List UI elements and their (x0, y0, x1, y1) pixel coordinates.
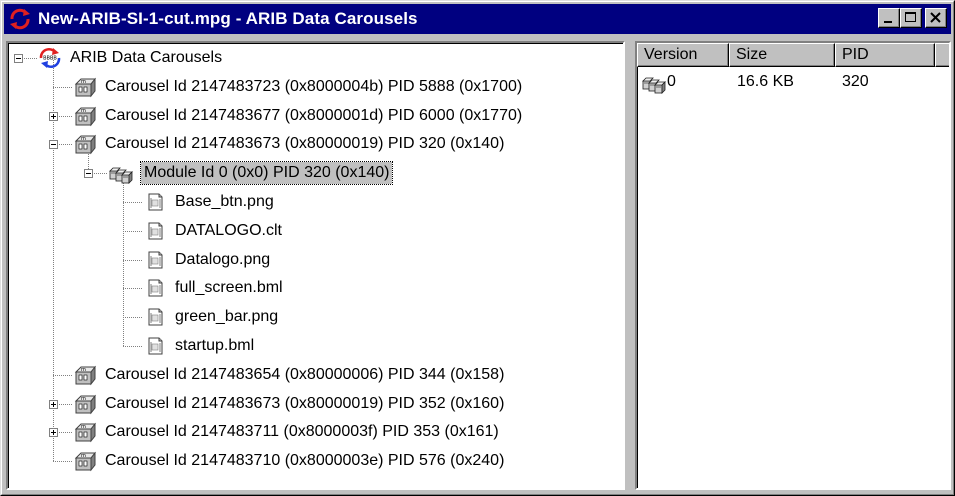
tree-item-label: Datalogo.png (175, 250, 271, 268)
file-icon (143, 335, 167, 357)
tree-connector (53, 375, 73, 376)
file-item[interactable]: Base_btn.png (143, 189, 277, 215)
detail-list[interactable]: Version Size PID 0 16.6 KB 320 (635, 41, 951, 490)
carousel-icon: m (73, 450, 97, 472)
tree-root[interactable]: BBBB ARIB Data Carousels (38, 45, 225, 71)
tree-item-label: ARIB Data Carousels (70, 49, 223, 66)
carousel-item[interactable]: m Carousel Id 2147483673 (0x80000019) PID… (73, 391, 507, 417)
expand-icon[interactable] (49, 428, 58, 437)
tree-item-label: Carousel Id 2147483654 (0x80000006) PID … (105, 365, 505, 383)
module-icon (108, 162, 136, 185)
tree-item-label: Carousel Id 2147483677 (0x8000001d) PID … (105, 106, 523, 124)
column-header-version[interactable]: Version (637, 43, 729, 67)
svg-text:BBBB: BBBB (43, 56, 57, 62)
module-item[interactable]: Module Id 0 (0x0) PID 320 (0x140) (108, 160, 394, 186)
tree-connector (123, 288, 143, 289)
window-controls (878, 8, 947, 28)
tree-item-label: green_bar.png (175, 308, 279, 326)
svg-text:m: m (81, 108, 86, 114)
tree-item-label: Carousel Id 2147483673 (0x80000019) PID … (105, 394, 505, 412)
maximize-icon (905, 12, 916, 22)
svg-text:m: m (81, 79, 86, 85)
minimize-icon (884, 21, 892, 23)
carousel-icon: m (73, 133, 97, 155)
carousel-item[interactable]: m Carousel Id 2147483723 (0x8000004b) PID… (73, 74, 525, 100)
column-header-filler (935, 43, 949, 67)
title-bar[interactable]: New-ARIB-SI-1-cut.mpg - ARIB Data Carous… (4, 4, 951, 34)
carousel-icon: m (73, 105, 97, 127)
tree-connector (53, 87, 73, 88)
expand-icon[interactable] (49, 400, 58, 409)
module-icon (641, 72, 669, 94)
cell-version: 0 (667, 73, 676, 90)
carousel-icon: m (73, 393, 97, 415)
file-icon (143, 249, 167, 271)
carousel-icon: m (73, 76, 97, 98)
file-item[interactable]: DATALOGO.clt (143, 218, 285, 244)
tree-item-label: Base_btn.png (175, 193, 274, 210)
column-header-pid[interactable]: PID (835, 43, 935, 67)
tree-item-label: Carousel Id 2147483710 (0x8000003e) PID … (105, 452, 505, 470)
cell-size: 16.6 KB (737, 73, 794, 90)
tree-connector (123, 202, 143, 203)
file-item[interactable]: Datalogo.png (143, 247, 273, 273)
tree-item-label: Carousel Id 2147483723 (0x8000004b) PID … (105, 77, 523, 95)
window-title: New-ARIB-SI-1-cut.mpg - ARIB Data Carous… (38, 9, 418, 28)
close-icon (930, 12, 941, 23)
file-item[interactable]: startup.bml (143, 333, 257, 359)
tree-item-label: Carousel Id 2147483711 (0x8000003f) PID … (105, 423, 499, 441)
app-icon[interactable] (8, 7, 32, 31)
carousel-item[interactable]: m Carousel Id 2147483710 (0x8000003e) PID… (73, 448, 507, 474)
tree-item-label: startup.bml (175, 337, 255, 354)
close-button[interactable] (925, 8, 947, 28)
collapse-icon[interactable] (84, 169, 93, 178)
tree-connector (123, 231, 143, 232)
maximize-button[interactable] (900, 8, 922, 28)
svg-text:m: m (81, 136, 86, 142)
carousel-tree[interactable]: BBBB ARIB Data Carousels m Carousel Id 2147… (6, 41, 625, 490)
tree-item-label: Module Id 0 (0x0) PID 320 (0x140) (139, 161, 394, 186)
cell-pid: 320 (842, 73, 869, 90)
tree-connector (123, 260, 143, 261)
file-icon (143, 306, 167, 328)
svg-text:m: m (81, 367, 86, 373)
collapse-icon[interactable] (49, 140, 58, 149)
tree-item-label: Carousel Id 2147483673 (0x80000019) PID … (105, 135, 505, 153)
carousel-icon: m (73, 421, 97, 443)
collapse-icon[interactable] (14, 54, 23, 63)
file-icon (143, 277, 167, 299)
tree-connector (53, 461, 73, 462)
tree-connector (123, 346, 143, 347)
tree-connector (123, 317, 143, 318)
expand-icon[interactable] (49, 112, 58, 121)
tree-item-label: DATALOGO.clt (175, 221, 282, 239)
file-icon (143, 220, 167, 242)
file-icon (143, 191, 167, 213)
svg-text:m: m (81, 453, 86, 459)
file-item[interactable]: green_bar.png (143, 304, 281, 330)
minimize-button[interactable] (878, 8, 900, 28)
tree-item-label: full_screen.bml (175, 279, 283, 297)
carousel-item[interactable]: m Carousel Id 2147483711 (0x8000003f) PID… (73, 419, 502, 445)
file-item[interactable]: full_screen.bml (143, 275, 286, 301)
carousel-root-icon: BBBB (38, 47, 62, 69)
carousel-item[interactable]: m Carousel Id 2147483654 (0x80000006) PID… (73, 362, 507, 388)
carousel-item[interactable]: m Carousel Id 2147483677 (0x8000001d) PID… (73, 103, 525, 129)
carousel-item[interactable]: m Carousel Id 2147483673 (0x80000019) PID… (73, 131, 507, 157)
svg-text:m: m (81, 424, 86, 430)
column-header-size[interactable]: Size (729, 43, 835, 67)
carousel-icon: m (73, 364, 97, 386)
svg-text:m: m (81, 396, 86, 402)
app-window: New-ARIB-SI-1-cut.mpg - ARIB Data Carous… (0, 0, 955, 496)
